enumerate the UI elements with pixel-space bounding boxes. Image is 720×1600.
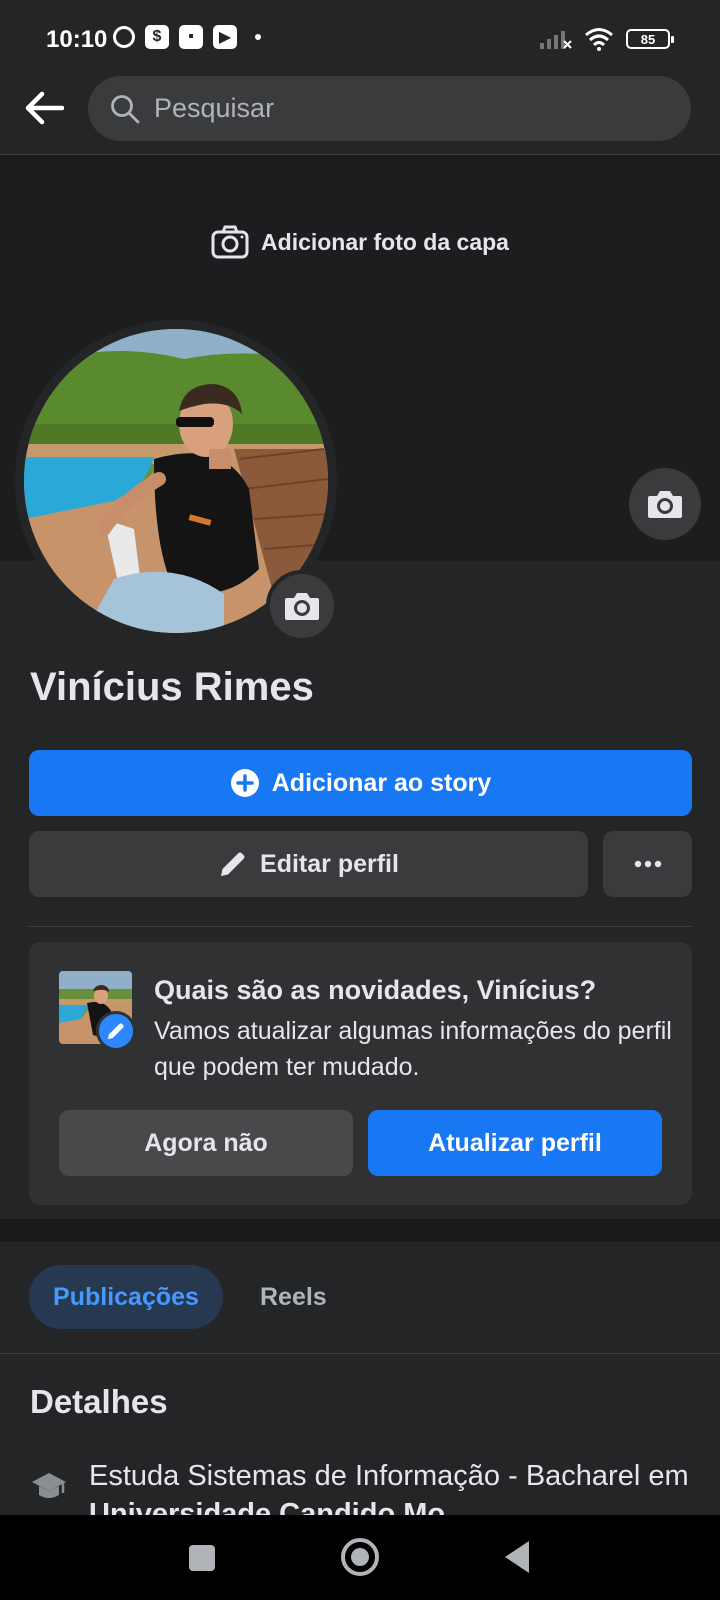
cover-camera-button[interactable]: [629, 468, 701, 540]
status-time: 10:10: [46, 26, 108, 53]
search-icon: [111, 94, 140, 123]
search-input[interactable]: [154, 93, 654, 124]
wifi-icon: [585, 28, 613, 51]
tab-reels[interactable]: Reels: [240, 1265, 347, 1329]
edit-profile-button[interactable]: Editar perfil: [29, 831, 588, 897]
recent-apps-button[interactable]: [189, 1545, 215, 1571]
top-bar: [0, 70, 720, 155]
system-navigation-bar: [0, 1515, 720, 1600]
not-now-button[interactable]: Agora não: [59, 1110, 353, 1176]
back-button[interactable]: [22, 86, 66, 130]
edit-profile-label: Editar perfil: [260, 849, 399, 878]
add-to-story-label: Adicionar ao story: [271, 768, 492, 797]
more-options-button[interactable]: [603, 831, 692, 897]
camera-outline-icon: [211, 225, 249, 259]
divider: [0, 1353, 720, 1354]
chat-icon: ▪: [179, 25, 203, 49]
graduation-cap-icon: [32, 1473, 66, 1498]
signal-icon: [540, 31, 572, 49]
divider: [29, 926, 692, 927]
status-bar: 10:10 $ ▪ ▶ 85: [0, 0, 720, 70]
education-prefix: Estuda Sistemas de Informação - Bacharel…: [89, 1460, 689, 1492]
section-separator: [0, 1219, 720, 1242]
profile-camera-button[interactable]: [266, 570, 338, 642]
camera-icon: [648, 491, 682, 518]
profile-name: Vinícius Rimes: [30, 665, 314, 709]
card-title: Quais são as novidades, Vinícius?: [154, 975, 597, 1005]
alarm-icon: [113, 26, 135, 48]
update-profile-button[interactable]: Atualizar perfil: [368, 1110, 662, 1176]
tab-publicacoes[interactable]: Publicações: [29, 1265, 223, 1329]
more-notifications-icon: [255, 34, 261, 40]
system-back-button[interactable]: [505, 1541, 529, 1573]
edit-badge: [96, 1011, 136, 1051]
more-horizontal-icon: [634, 860, 661, 868]
arrow-left-icon: [25, 91, 64, 125]
youtube-icon: ▶: [213, 25, 237, 49]
dollar-icon: $: [145, 25, 169, 49]
battery-icon: 85: [626, 29, 674, 49]
notification-icons: $ ▪ ▶: [113, 25, 261, 49]
profile-update-card: Quais são as novidades, Vinícius? Vamos …: [29, 942, 692, 1205]
education-detail[interactable]: Estuda Sistemas de Informação - Bacharel…: [30, 1455, 710, 1530]
add-cover-photo-button[interactable]: Adicionar foto da capa: [0, 225, 720, 259]
details-heading: Detalhes: [30, 1383, 168, 1420]
add-to-story-button[interactable]: Adicionar ao story: [29, 750, 692, 816]
add-cover-photo-label: Adicionar foto da capa: [261, 228, 509, 255]
search-bar[interactable]: [88, 76, 691, 141]
camera-icon: [285, 593, 319, 620]
pencil-icon: [108, 1023, 124, 1039]
pencil-icon: [221, 852, 245, 876]
system-icons: 85: [540, 27, 674, 51]
home-button[interactable]: [341, 1538, 379, 1576]
plus-circle-icon: [230, 769, 259, 797]
card-description: Vamos atualizar algumas informações do p…: [154, 1017, 672, 1081]
